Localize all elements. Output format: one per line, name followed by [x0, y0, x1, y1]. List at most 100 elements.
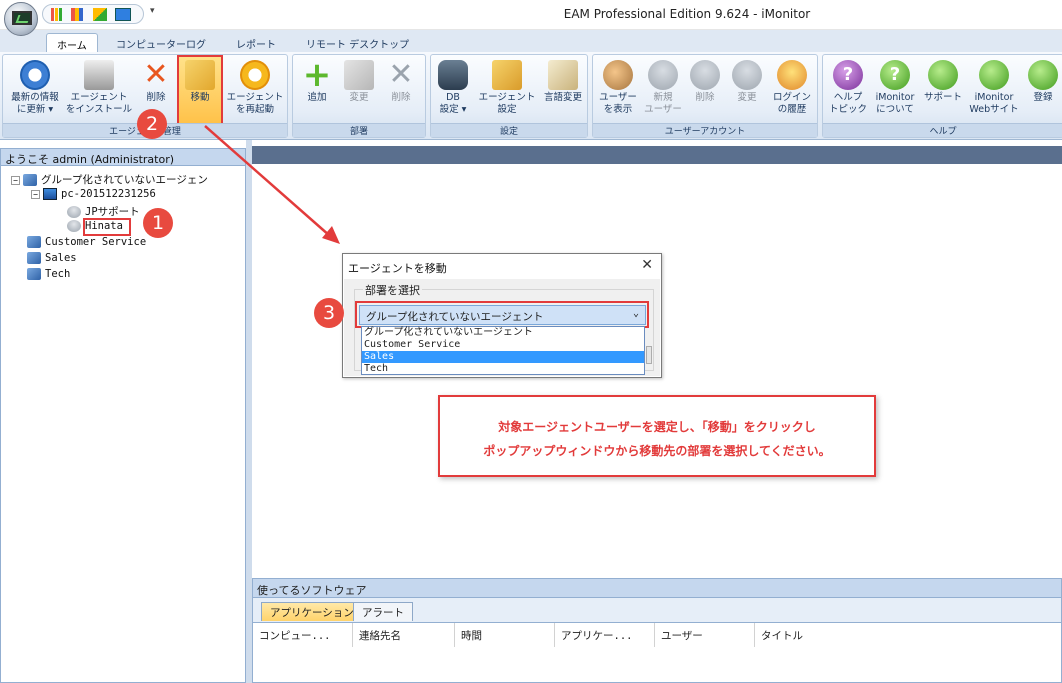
tree-node-sales[interactable]: Sales	[27, 252, 77, 264]
tab-computer-log[interactable]: コンピューターログ	[106, 33, 216, 52]
agent-settings-button[interactable]: エージェント 設定	[475, 57, 539, 116]
delete-agent-button[interactable]: ✕ 削除	[137, 57, 175, 104]
group-icon	[23, 174, 37, 186]
delete-x-icon: ✕	[143, 57, 169, 92]
tree-node-user-jp-support[interactable]: JPサポート	[67, 204, 140, 219]
install-agent-button[interactable]: エージェント をインストール	[65, 57, 133, 116]
help-icon: ?	[833, 60, 863, 90]
edit-department-button[interactable]: 変更	[339, 57, 379, 104]
software-panel-tabs: アプリケーション アラート	[252, 598, 1062, 622]
callout-line-2: ポップアップウィンドウから移動先の部署を選択してください。	[483, 444, 831, 458]
register-button[interactable]: 登録	[1023, 57, 1062, 104]
edit-icon	[344, 60, 374, 90]
login-history-button[interactable]: ログイン の履歴	[769, 57, 815, 116]
hinata-highlight	[83, 218, 131, 236]
dropdown-option[interactable]: Tech	[362, 363, 644, 375]
group-user-account: ユーザー を表示 新規 ユーザー 削除 変更 ログイン の履歴 ユーザーアカウン…	[592, 54, 818, 138]
edit-user-button[interactable]: 変更	[727, 57, 767, 104]
support-icon	[928, 60, 958, 90]
db-settings-button[interactable]: DB 設定 ▾	[433, 57, 473, 116]
tab-applications[interactable]: アプリケーション	[261, 602, 363, 621]
user-edit-icon	[732, 60, 762, 90]
login-history-icon	[777, 60, 807, 90]
group-label-user-account: ユーザーアカウント	[593, 123, 817, 137]
instruction-callout: 対象エージェントユーザーを選定し、「移動」をクリックし ポップアップウィンドウか…	[438, 395, 876, 477]
group-label-help: ヘルプ	[823, 123, 1062, 137]
group-help: ? ヘルプ トピック ? iMonitor について サポート iMonitor…	[822, 54, 1062, 138]
refresh-icon	[20, 60, 50, 90]
plus-icon: +	[302, 55, 332, 95]
title-bar: ▾ EAM Professional Edition 9.624 - iMoni…	[0, 0, 1062, 30]
group-icon	[27, 268, 41, 280]
user-add-icon	[648, 60, 678, 90]
group-icon	[27, 252, 41, 264]
agent-settings-icon	[492, 60, 522, 90]
group-label-department: 部署	[293, 123, 425, 137]
group-department: + 追加 変更 ✕ 削除 部署	[292, 54, 426, 138]
info-icon: ?	[880, 60, 910, 90]
collapse-icon[interactable]: −	[11, 175, 20, 185]
step-marker-3: 3	[314, 298, 344, 328]
tab-remote-desktop[interactable]: リモート デスクトップ	[296, 33, 419, 52]
tab-home[interactable]: ホーム	[46, 33, 98, 52]
tab-alerts[interactable]: アラート	[353, 602, 413, 621]
home-icon	[979, 60, 1009, 90]
column-header-contact[interactable]: 連絡先名	[353, 623, 455, 647]
tree-node-computer[interactable]: − pc-201512231256	[31, 188, 156, 200]
computer-icon	[43, 188, 57, 200]
install-icon	[84, 60, 114, 90]
column-header-time[interactable]: 時間	[455, 623, 555, 647]
tab-report[interactable]: レポート	[226, 33, 286, 52]
agent-tree: − グループ化されていないエージェン − pc-201512231256 JPサポー…	[0, 166, 246, 683]
group-icon	[27, 236, 41, 248]
new-user-button[interactable]: 新規 ユーザー	[643, 57, 683, 116]
cart-icon	[1028, 60, 1058, 90]
step-marker-1: 1	[143, 208, 173, 238]
delete-department-button[interactable]: ✕ 削除	[381, 57, 421, 104]
about-button[interactable]: ? iMonitor について	[871, 57, 919, 116]
tree-node-customer-service[interactable]: Customer Service	[27, 236, 146, 248]
add-department-button[interactable]: + 追加	[297, 57, 337, 104]
move-agent-button[interactable]: 移動	[177, 55, 223, 125]
column-header-application[interactable]: アプリケー...	[555, 623, 655, 647]
app-logo-icon[interactable]	[4, 2, 38, 36]
delete-user-button[interactable]: 削除	[685, 57, 725, 104]
step-marker-2: 2	[137, 109, 167, 139]
dropdown-option[interactable]: Customer Service	[362, 339, 644, 351]
user-delete-icon	[690, 60, 720, 90]
column-header-user[interactable]: ユーザー	[655, 623, 755, 647]
support-button[interactable]: サポート	[921, 57, 965, 104]
dropdown-option[interactable]: グループ化されていないエージェント	[362, 327, 644, 339]
group-settings: DB 設定 ▾ エージェント 設定 言語変更 設定	[430, 54, 588, 138]
tree-node-tech[interactable]: Tech	[27, 268, 70, 280]
show-users-button[interactable]: ユーザー を表示	[595, 57, 641, 116]
dialog-button-edge[interactable]	[646, 346, 652, 364]
tree-node-ungrouped[interactable]: − グループ化されていないエージェン	[11, 172, 208, 187]
refresh-button[interactable]: 最新の情報 に更新 ▾	[5, 57, 65, 116]
restart-agent-button[interactable]: エージェント を再起動	[223, 57, 287, 116]
callout-line-1: 対象エージェントユーザーを選定し、「移動」をクリックし	[498, 420, 816, 434]
collapse-icon[interactable]: −	[31, 189, 40, 199]
ribbon-tab-bar: ホーム コンピューターログ レポート リモート デスクトップ	[0, 30, 1062, 52]
help-topics-button[interactable]: ? ヘルプ トピック	[825, 57, 871, 116]
close-icon[interactable]: ✕	[641, 257, 653, 273]
software-panel-header: 使ってるソフトウェア	[252, 578, 1062, 598]
column-header-computer[interactable]: コンピュー...	[253, 623, 353, 647]
dropdown-option-selected[interactable]: Sales	[362, 351, 644, 363]
department-dropdown-list: グループ化されていないエージェント Customer Service Sales…	[361, 326, 645, 375]
website-button[interactable]: iMonitor Webサイト	[967, 57, 1021, 116]
restart-icon	[240, 60, 270, 90]
dialog-title: エージェントを移動	[348, 262, 447, 275]
combobox-highlight	[355, 301, 649, 328]
department-select-label: 部署を選択	[363, 282, 422, 298]
language-button[interactable]: 言語変更	[541, 57, 585, 104]
users-icon	[603, 60, 633, 90]
left-panel-header: ようこそ admin (Administrator)	[0, 148, 246, 166]
delete-x-gray-icon: ✕	[388, 57, 414, 92]
content-header-bar	[252, 146, 1062, 164]
user-icon	[67, 220, 81, 232]
database-icon	[438, 60, 468, 90]
column-header-title[interactable]: タイトル	[755, 623, 1061, 647]
software-table: コンピュー... 連絡先名 時間 アプリケー... ユーザー タイトル	[252, 622, 1062, 683]
group-label-settings: 設定	[431, 123, 587, 137]
